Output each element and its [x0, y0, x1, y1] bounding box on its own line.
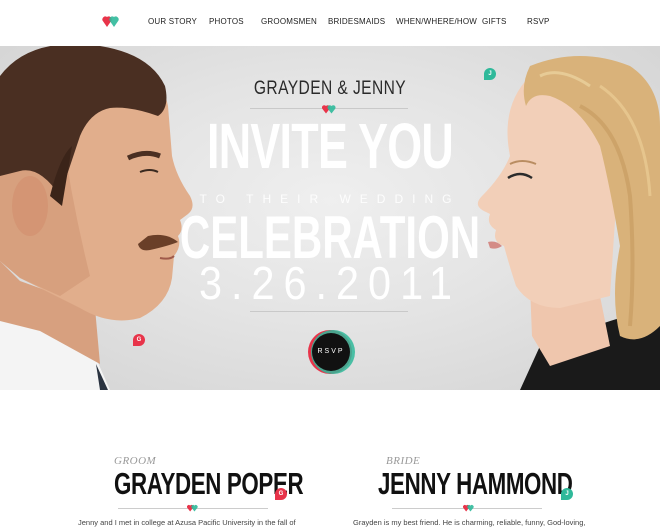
bride-intro-text: Grayden is my best friend. He is charmin… [353, 518, 586, 527]
date-divider [250, 311, 408, 312]
groom-hearts-icon [187, 505, 198, 512]
hearts-logo-icon[interactable] [102, 14, 120, 28]
top-nav: OUR STORY PHOTOS GROOMSMEN BRIDESMAIDS W… [0, 0, 660, 46]
nav-rsvp[interactable]: RSVP [527, 17, 550, 26]
groom-name-tag-icon[interactable]: G [275, 488, 287, 500]
headline-invite: INVITE YOU [206, 110, 454, 182]
groom-profile: GROOM GRAYDEN POPER [114, 455, 334, 499]
nav-gifts[interactable]: GIFTS [482, 17, 507, 26]
nav-our-story[interactable]: OUR STORY [148, 17, 197, 26]
groom-tag-icon[interactable]: G [133, 334, 145, 346]
bride-tag-icon[interactable]: J [484, 68, 496, 80]
rsvp-label: RSVP [312, 333, 350, 371]
hero-banner: GRAYDEN & JENNY INVITE YOU TO THEIR WEDD… [0, 46, 660, 390]
rsvp-button[interactable]: RSVP [308, 330, 355, 374]
bride-hearts-icon [463, 505, 474, 512]
groom-intro-text: Jenny and I met in college at Azusa Paci… [78, 518, 296, 527]
bride-name: JENNY HAMMOND [378, 466, 573, 501]
nav-bridesmaids[interactable]: BRIDESMAIDS [328, 17, 385, 26]
bride-name-tag-icon[interactable]: J [561, 488, 573, 500]
nav-when-where-how[interactable]: WHEN/WHERE/HOW [396, 17, 477, 26]
nav-photos[interactable]: PHOTOS [209, 17, 244, 26]
wedding-date: 3.26.2011 [198, 257, 462, 309]
couple-names: GRAYDEN & JENNY [253, 78, 407, 99]
groom-name: GRAYDEN POPER [114, 466, 304, 501]
nav-groomsmen[interactable]: GROOMSMEN [261, 17, 317, 26]
